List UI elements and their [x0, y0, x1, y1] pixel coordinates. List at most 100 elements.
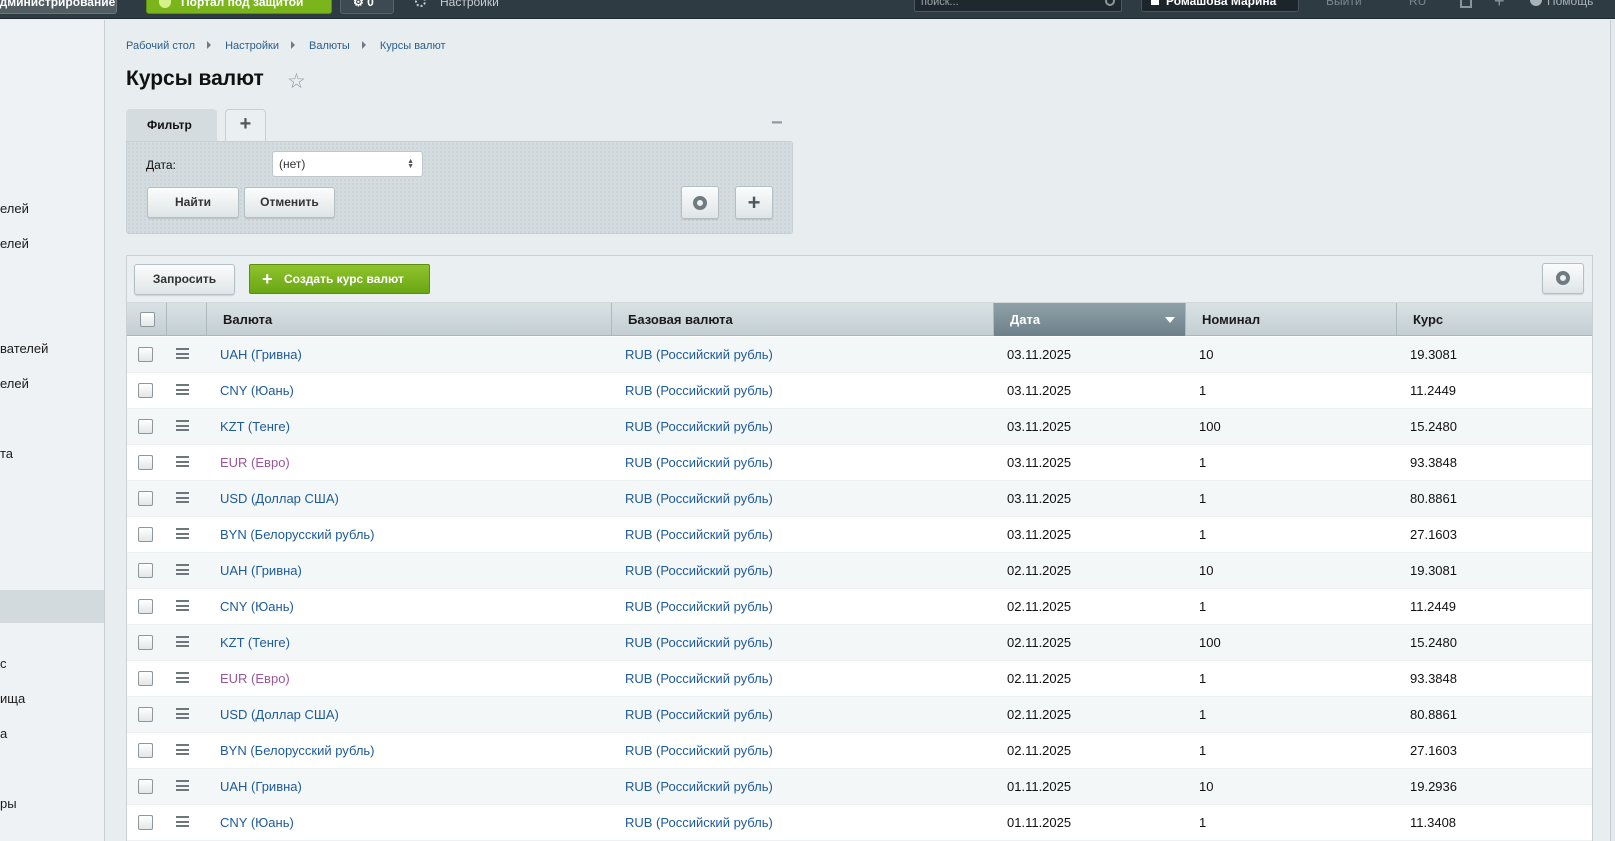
breadcrumb-item[interactable]: Валюты [309, 40, 350, 52]
row-checkbox[interactable] [138, 419, 153, 434]
sidebar-item[interactable]: а [0, 726, 7, 741]
row-menu-icon[interactable] [176, 384, 189, 395]
base-currency-link[interactable]: RUB (Российский рубль) [625, 815, 773, 830]
base-currency-link[interactable]: RUB (Российский рубль) [625, 743, 773, 758]
sidebar-item[interactable]: вателей [0, 341, 48, 356]
table-row[interactable]: EUR (Евро) RUB (Российский рубль) 03.11.20… [127, 445, 1592, 481]
table-row[interactable]: KZT (Тенге) RUB (Российский рубль) 02.11.2… [127, 625, 1592, 661]
currency-link[interactable]: KZT (Тенге) [220, 419, 290, 434]
currency-link[interactable]: USD (Доллар США) [220, 707, 339, 722]
filter-settings-button[interactable] [681, 186, 719, 219]
window-icon[interactable] [1460, 0, 1472, 8]
base-currency-link[interactable]: RUB (Российский рубль) [625, 527, 773, 542]
currency-link[interactable]: CNY (Юань) [220, 599, 294, 614]
base-currency-link[interactable]: RUB (Российский рубль) [625, 419, 773, 434]
base-currency-link[interactable]: RUB (Российский рубль) [625, 455, 773, 470]
base-currency-link[interactable]: RUB (Российский рубль) [625, 635, 773, 650]
column-date[interactable]: Дата [994, 303, 1186, 336]
base-currency-link[interactable]: RUB (Российский рубль) [625, 779, 773, 794]
minus-icon[interactable]: − [771, 112, 783, 135]
table-row[interactable]: UAH (Гривна) RUB (Российский рубль) 03.11.… [127, 337, 1592, 373]
row-checkbox[interactable] [138, 455, 153, 470]
currency-link[interactable]: CNY (Юань) [220, 815, 294, 830]
sidebar-item[interactable]: та [0, 446, 13, 461]
sidebar-item[interactable]: елей [0, 236, 29, 251]
table-row[interactable]: BYN (Белорусский рубль) RUB (Российский р… [127, 733, 1592, 769]
currency-link[interactable]: CNY (Юань) [220, 383, 294, 398]
row-menu-icon[interactable] [176, 528, 189, 539]
row-checkbox[interactable] [138, 347, 153, 362]
row-checkbox[interactable] [138, 743, 153, 758]
tab-filter[interactable]: Фильтр [126, 109, 217, 141]
sidebar-item[interactable]: ры [0, 796, 17, 811]
sidebar-item[interactable]: с [0, 656, 7, 671]
currency-link[interactable]: EUR (Евро) [220, 671, 290, 686]
column-rate[interactable]: Курс [1397, 303, 1592, 336]
row-checkbox[interactable] [138, 491, 153, 506]
table-row[interactable]: UAH (Гривна) RUB (Российский рубль) 02.11.… [127, 553, 1592, 589]
base-currency-link[interactable]: RUB (Российский рубль) [625, 671, 773, 686]
help-link[interactable]: Помощь [1530, 0, 1593, 8]
row-checkbox[interactable] [138, 563, 153, 578]
row-menu-icon[interactable] [176, 456, 189, 467]
user-button[interactable]: Ромашова Марина [1141, 0, 1299, 12]
base-currency-link[interactable]: RUB (Российский рубль) [625, 491, 773, 506]
base-currency-link[interactable]: RUB (Российский рубль) [625, 599, 773, 614]
column-base-currency[interactable]: Базовая валюта [612, 303, 994, 336]
add-filter-tab-button[interactable]: + [225, 109, 266, 141]
row-menu-icon[interactable] [176, 564, 189, 575]
date-filter-select[interactable]: (нет) ▲ ▼ [272, 151, 423, 177]
star-icon[interactable]: ☆ [287, 69, 306, 94]
select-all-checkbox[interactable] [140, 312, 155, 327]
breadcrumb-item[interactable]: Курсы валют [380, 40, 446, 52]
create-rate-button[interactable]: + Создать курс валют [249, 264, 430, 294]
breadcrumb-item[interactable]: Рабочий стол [126, 40, 195, 52]
grid-settings-button[interactable] [1542, 263, 1584, 294]
table-row[interactable]: KZT (Тенге) RUB (Российский рубль) 03.11.2… [127, 409, 1592, 445]
row-menu-icon[interactable] [176, 744, 189, 755]
row-menu-icon[interactable] [176, 816, 189, 827]
currency-link[interactable]: USD (Доллар США) [220, 491, 339, 506]
table-row[interactable]: USD (Доллар США) RUB (Российский рубль) 02… [127, 697, 1592, 733]
base-currency-link[interactable]: RUB (Российский рубль) [625, 707, 773, 722]
cancel-button[interactable]: Отменить [244, 187, 335, 218]
row-menu-icon[interactable] [176, 600, 189, 611]
column-nominal[interactable]: Номинал [1186, 303, 1397, 336]
table-row[interactable]: USD (Доллар США) RUB (Российский рубль) 03… [127, 481, 1592, 517]
row-menu-icon[interactable] [176, 780, 189, 791]
request-button[interactable]: Запросить [134, 264, 235, 295]
row-menu-icon[interactable] [176, 348, 189, 359]
admin-mode-button[interactable]: Администрирование [0, 0, 117, 14]
breadcrumb-item[interactable]: Настройки [225, 40, 279, 52]
search-icon[interactable] [1105, 0, 1115, 6]
sidebar-item[interactable]: елей [0, 201, 29, 216]
row-menu-icon[interactable] [176, 492, 189, 503]
currency-link[interactable]: UAH (Гривна) [220, 779, 302, 794]
gear-menu-button[interactable]: ⚙ 0 [340, 0, 394, 14]
row-checkbox[interactable] [138, 635, 153, 650]
filter-add-field-button[interactable]: + [735, 186, 773, 219]
column-currency[interactable]: Валюта [207, 303, 612, 336]
row-checkbox[interactable] [138, 707, 153, 722]
currency-link[interactable]: KZT (Тенге) [220, 635, 290, 650]
pin-plus-icon[interactable]: + [1494, 0, 1505, 12]
sidebar-item[interactable]: елей [0, 376, 29, 391]
currency-link[interactable]: UAH (Гривна) [220, 347, 302, 362]
row-menu-icon[interactable] [176, 708, 189, 719]
sidebar-item[interactable]: ища [0, 691, 25, 706]
currency-link[interactable]: UAH (Гривна) [220, 563, 302, 578]
row-menu-icon[interactable] [176, 672, 189, 683]
row-checkbox[interactable] [138, 527, 153, 542]
sidebar-selected-item[interactable] [0, 590, 104, 623]
page-scrollbar[interactable] [1610, 20, 1615, 841]
currency-link[interactable]: EUR (Евро) [220, 455, 290, 470]
base-currency-link[interactable]: RUB (Российский рубль) [625, 347, 773, 362]
base-currency-link[interactable]: RUB (Российский рубль) [625, 383, 773, 398]
exit-link[interactable]: Выйти [1326, 0, 1362, 8]
row-checkbox[interactable] [138, 815, 153, 830]
table-row[interactable]: EUR (Евро) RUB (Российский рубль) 02.11.20… [127, 661, 1592, 697]
row-menu-icon[interactable] [176, 420, 189, 431]
table-row[interactable]: CNY (Юань) RUB (Российский рубль) 03.11.20… [127, 373, 1592, 409]
language-switcher[interactable]: RU [1409, 0, 1426, 8]
table-row[interactable]: BYN (Белорусский рубль) RUB (Российский р… [127, 517, 1592, 553]
